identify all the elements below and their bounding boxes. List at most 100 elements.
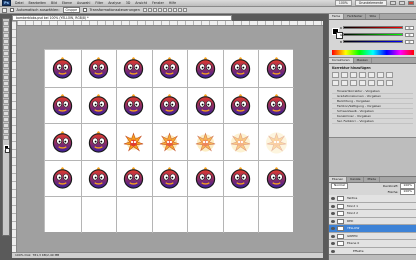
tool-button-11[interactable] bbox=[3, 87, 9, 92]
layer-row[interactable]: Mond 2 bbox=[329, 210, 416, 218]
tool-button-7[interactable] bbox=[3, 63, 9, 68]
eye-icon[interactable] bbox=[331, 212, 335, 215]
zoom-level[interactable]: 100% bbox=[334, 0, 352, 6]
tool-button-8[interactable] bbox=[3, 69, 9, 74]
tool-button-16[interactable] bbox=[3, 117, 9, 122]
menu-item-0[interactable]: Datei bbox=[15, 1, 24, 5]
adjustment-icon-7[interactable] bbox=[332, 80, 339, 86]
eye-icon[interactable] bbox=[331, 249, 335, 253]
align-right-icon bbox=[167, 8, 172, 12]
adjustment-icon-4[interactable] bbox=[368, 72, 375, 78]
minimize-button[interactable] bbox=[390, 0, 396, 6]
rgb-value-0[interactable]: 0 bbox=[405, 25, 414, 30]
align-buttons[interactable] bbox=[142, 8, 187, 12]
tool-button-12[interactable] bbox=[3, 93, 9, 98]
tab-adjust_tabs-1[interactable]: Masken bbox=[354, 58, 372, 63]
tool-button-4[interactable] bbox=[3, 45, 9, 50]
tool-button-19[interactable] bbox=[3, 135, 9, 140]
color-ramp[interactable] bbox=[332, 50, 414, 55]
tool-button-0[interactable] bbox=[3, 21, 9, 26]
distribute-bottom-icon bbox=[182, 8, 187, 12]
layer-row[interactable]: GREEN bbox=[329, 232, 416, 240]
rgb-value-1[interactable]: 0 bbox=[405, 32, 414, 37]
auto-select-checkbox[interactable] bbox=[10, 8, 14, 12]
menu-item-8[interactable]: Ansicht bbox=[135, 1, 147, 5]
eye-icon[interactable] bbox=[331, 219, 335, 223]
eye-icon[interactable] bbox=[331, 227, 335, 230]
menu-item-7[interactable]: 3D bbox=[126, 1, 130, 5]
auto-select-dropdown[interactable]: Gruppe bbox=[62, 7, 81, 13]
tab-layer_tabs-0[interactable]: Ebenen bbox=[329, 177, 348, 182]
layer-row[interactable]: Ebene 0 bbox=[329, 240, 416, 248]
menu-item-6[interactable]: Analyse bbox=[108, 1, 121, 5]
tool-button-14[interactable] bbox=[3, 105, 9, 110]
grid-column-line bbox=[222, 50, 224, 233]
eye-icon[interactable] bbox=[331, 204, 335, 208]
adjustment-icon-8[interactable] bbox=[341, 80, 348, 86]
menu-item-3[interactable]: Ebene bbox=[62, 1, 72, 5]
menu-item-10[interactable]: Hilfe bbox=[169, 1, 176, 5]
workspace-switcher[interactable]: Grundelemente bbox=[354, 0, 387, 6]
close-button[interactable] bbox=[408, 0, 414, 6]
preset-item-6[interactable]: Sel. Farbkorr. - Vorgaben bbox=[332, 119, 413, 124]
adjustment-icon-10[interactable] bbox=[359, 80, 366, 86]
adjustment-icon-13[interactable] bbox=[386, 80, 393, 86]
adjustment-icon-0[interactable] bbox=[332, 72, 339, 78]
menu-item-9[interactable]: Fenster bbox=[152, 1, 164, 5]
tool-button-15[interactable] bbox=[3, 111, 9, 116]
layer-row[interactable]: Taktlos bbox=[329, 195, 416, 203]
fill-input[interactable]: 100% bbox=[400, 189, 415, 195]
adjustment-icon-3[interactable] bbox=[359, 72, 366, 78]
adjustment-icon-11[interactable] bbox=[368, 80, 375, 86]
adjustment-icon-5[interactable] bbox=[377, 72, 384, 78]
tab-layer_tabs-1[interactable]: Kanäle bbox=[347, 177, 365, 182]
tool-button-3[interactable] bbox=[3, 39, 9, 44]
eye-icon[interactable] bbox=[331, 234, 335, 238]
align-middle-icon bbox=[147, 8, 152, 12]
adjustment-icon-6[interactable] bbox=[386, 72, 393, 78]
opacity-input[interactable]: 100% bbox=[400, 183, 415, 189]
menu-item-4[interactable]: Auswahl bbox=[77, 1, 90, 5]
adjustment-icon-1[interactable] bbox=[341, 72, 348, 78]
grid-column-line bbox=[151, 50, 153, 233]
rgb-slider-1[interactable] bbox=[343, 33, 403, 36]
menu-item-1[interactable]: Bearbeiten bbox=[29, 1, 47, 5]
move-tool-icon[interactable] bbox=[2, 7, 7, 13]
tab-color_tabs-0[interactable]: Farbe bbox=[329, 14, 345, 19]
bomberblob-sprite bbox=[194, 93, 217, 117]
tab-layer_tabs-2[interactable]: Pfade bbox=[364, 177, 380, 182]
maximize-button[interactable] bbox=[399, 0, 405, 6]
tool-button-9[interactable] bbox=[3, 75, 9, 80]
tool-button-13[interactable] bbox=[3, 99, 9, 104]
eye-icon[interactable] bbox=[331, 242, 335, 245]
tab-adjust_tabs-0[interactable]: Korrekturen bbox=[329, 58, 354, 63]
tab-color_tabs-2[interactable]: Stile bbox=[366, 14, 381, 19]
rgb-slider-2[interactable] bbox=[343, 40, 403, 43]
document-canvas[interactable] bbox=[44, 49, 294, 233]
bomberblob-sprite bbox=[87, 56, 110, 80]
tool-button-10[interactable] bbox=[3, 81, 9, 86]
transform-controls-checkbox[interactable] bbox=[83, 8, 87, 12]
tool-button-1[interactable] bbox=[3, 27, 9, 32]
eye-icon[interactable] bbox=[331, 197, 335, 200]
tool-button-5[interactable] bbox=[3, 51, 9, 56]
adjustment-icon-9[interactable] bbox=[350, 80, 357, 86]
layer-row[interactable]: YELLOW bbox=[329, 225, 416, 233]
tool-background-swatch[interactable] bbox=[5, 148, 10, 153]
tab-color_tabs-1[interactable]: Farbfelder bbox=[344, 14, 367, 19]
tool-button-18[interactable] bbox=[3, 129, 9, 134]
menu-item-5[interactable]: Filter bbox=[95, 1, 103, 5]
adjustment-icon-2[interactable] bbox=[350, 72, 357, 78]
layer-row[interactable]: Mond 1 bbox=[329, 202, 416, 210]
blend-mode-select[interactable]: Normal bbox=[331, 183, 348, 189]
transform-controls-label: Transformationssteuerungen bbox=[89, 8, 140, 12]
bomberblob-sprite bbox=[122, 93, 145, 117]
layer-row[interactable]: RED bbox=[329, 217, 416, 225]
menu-item-2[interactable]: Bild bbox=[51, 1, 57, 5]
rgb-slider-0[interactable] bbox=[343, 26, 403, 29]
tool-button-2[interactable] bbox=[3, 33, 9, 38]
adjustment-icon-12[interactable] bbox=[377, 80, 384, 86]
rgb-value-2[interactable]: 0 bbox=[405, 39, 414, 44]
tool-button-17[interactable] bbox=[3, 123, 9, 128]
tool-button-6[interactable] bbox=[3, 57, 9, 62]
